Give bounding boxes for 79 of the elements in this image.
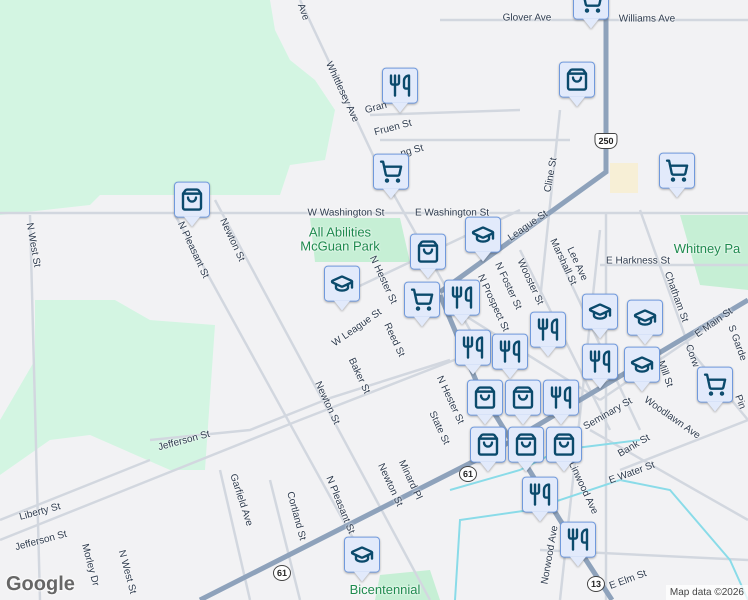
street-label: Jefferson St xyxy=(156,428,212,454)
fork-knife-icon xyxy=(461,336,485,360)
street-label: E Elm St xyxy=(608,568,648,592)
fork-knife-marker[interactable] xyxy=(444,280,480,326)
fork-knife-marker[interactable] xyxy=(582,344,618,390)
street-label: Baker St xyxy=(346,356,372,396)
street-label: Cline St xyxy=(542,156,560,194)
street-label: Fruen St xyxy=(373,118,413,138)
street-label: Reed St xyxy=(381,321,407,359)
street-label: Pin xyxy=(732,393,748,411)
graduation-cap-marker[interactable] xyxy=(465,216,501,263)
shopping-bag-icon xyxy=(473,386,497,410)
street-label: E Washington St xyxy=(414,208,490,218)
route-shield: 250 xyxy=(594,133,618,149)
shopping-bag-marker[interactable] xyxy=(174,182,210,228)
shopping-bag-icon xyxy=(416,240,440,264)
shopping-bag-marker[interactable] xyxy=(559,62,595,108)
street-label: Williams Ave xyxy=(618,14,676,24)
fork-knife-icon xyxy=(566,528,590,552)
shopping-cart-marker[interactable] xyxy=(404,282,440,328)
street-label: Glover Ave xyxy=(502,12,552,24)
street-label: N West St xyxy=(116,548,138,596)
street-label: State St xyxy=(426,410,452,446)
fork-knife-icon xyxy=(528,482,552,507)
shopping-bag-marker[interactable] xyxy=(410,234,446,280)
street-label: Liberty St xyxy=(18,501,62,523)
street-label: Jefferson St xyxy=(14,528,68,554)
fork-knife-icon xyxy=(388,74,412,98)
fork-knife-icon xyxy=(450,286,474,310)
fork-knife-icon xyxy=(549,386,573,410)
street-label: Gran xyxy=(364,100,388,116)
fork-knife-marker[interactable] xyxy=(492,334,528,380)
shopping-cart-icon xyxy=(410,288,434,312)
fork-knife-marker[interactable] xyxy=(560,522,596,568)
street-label: Cortland St xyxy=(284,490,308,542)
shopping-cart-marker[interactable] xyxy=(659,152,695,199)
shopping-bag-marker[interactable] xyxy=(508,426,544,473)
shopping-bag-icon xyxy=(565,68,589,92)
shopping-cart-icon xyxy=(379,160,403,184)
fork-knife-icon xyxy=(536,318,560,342)
park-label: Whitney Pa xyxy=(674,242,740,256)
fork-knife-icon xyxy=(588,350,612,374)
shopping-cart-marker[interactable] xyxy=(697,366,733,413)
shopping-bag-icon xyxy=(511,386,535,410)
graduation-cap-marker[interactable] xyxy=(624,346,660,393)
shopping-bag-icon xyxy=(552,432,576,457)
street-label: W Washington St xyxy=(308,208,384,218)
graduation-cap-marker[interactable] xyxy=(627,300,663,346)
shopping-cart-icon xyxy=(703,372,727,397)
park-label: All Abilities McGuan Park xyxy=(299,226,381,254)
street-label: E Water St xyxy=(608,460,656,486)
fork-knife-marker[interactable] xyxy=(530,312,566,358)
fork-knife-marker[interactable] xyxy=(543,380,579,426)
graduation-cap-marker[interactable] xyxy=(324,266,360,312)
fork-knife-icon xyxy=(498,340,522,364)
street-label: Morley Dr xyxy=(79,542,101,588)
street-label: N Hester St xyxy=(367,254,399,306)
street-label: Bank St xyxy=(616,432,652,460)
shopping-bag-icon xyxy=(514,432,538,457)
shopping-bag-icon xyxy=(476,432,500,457)
map-attribution: Map data ©2026 xyxy=(666,585,748,600)
shopping-bag-icon xyxy=(180,188,204,212)
street-label: S Garde xyxy=(725,324,748,362)
street-label: Norwood Ave xyxy=(539,524,561,586)
shopping-cart-icon xyxy=(665,158,689,183)
fork-knife-marker[interactable] xyxy=(455,330,491,376)
park-label: Bicentennial xyxy=(350,582,420,598)
street-label: E Harkness St xyxy=(606,256,670,266)
graduation-cap-marker[interactable] xyxy=(344,536,380,583)
graduation-cap-marker[interactable] xyxy=(582,294,618,340)
street-label: Ave xyxy=(294,2,312,22)
street-label: Mill St xyxy=(655,359,675,389)
street-label: Garfield Ave xyxy=(227,472,255,528)
fork-knife-marker[interactable] xyxy=(522,476,558,523)
shopping-bag-marker[interactable] xyxy=(467,380,503,426)
street-label: N West St xyxy=(24,222,42,268)
street-label: Corw xyxy=(682,343,702,369)
shopping-bag-marker[interactable] xyxy=(505,380,541,426)
google-logo: Google xyxy=(6,573,75,596)
